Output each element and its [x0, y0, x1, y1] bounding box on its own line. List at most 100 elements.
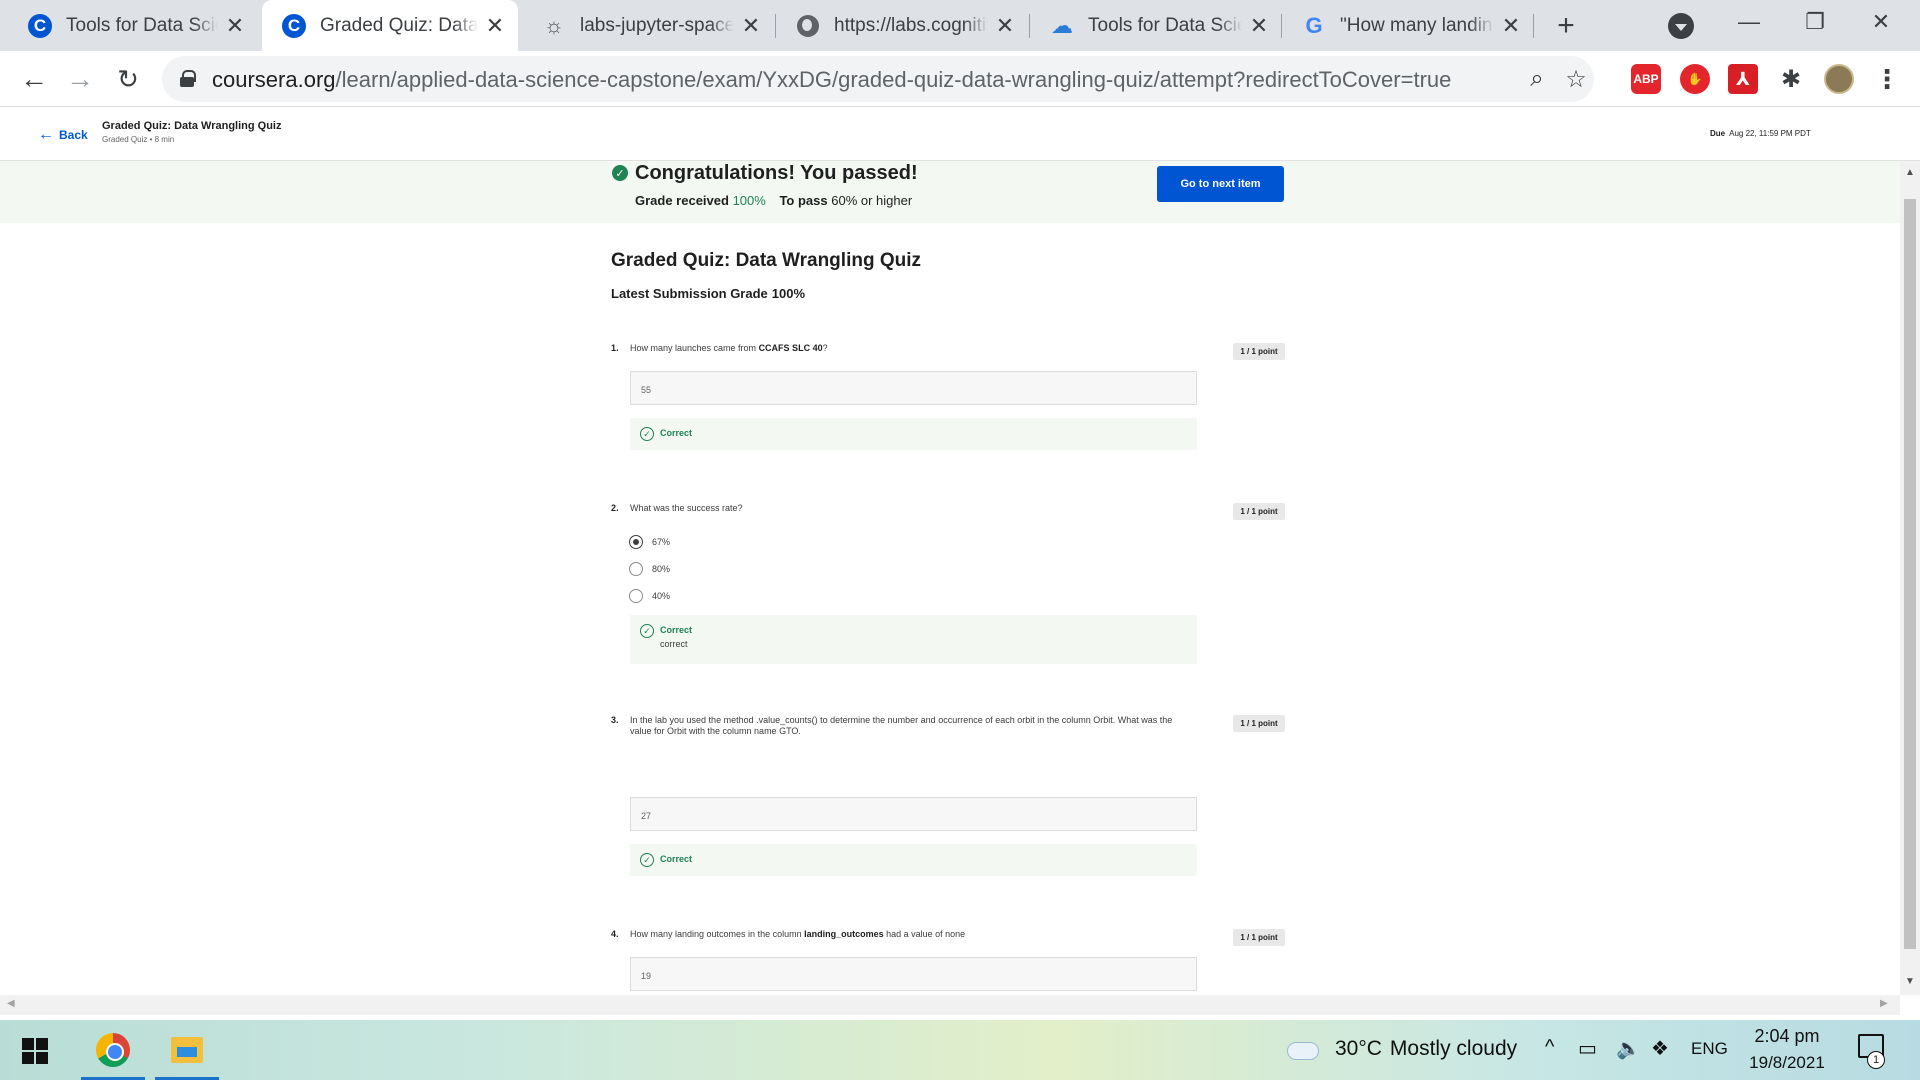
address-bar[interactable]: coursera.org/learn/applied-data-science-…: [162, 56, 1594, 102]
answer-input[interactable]: 27: [630, 797, 1197, 831]
question-text: How many landing outcomes in the column …: [630, 929, 1190, 940]
bookmark-star-icon[interactable]: ☆: [1561, 64, 1591, 94]
latest-value: 100%: [771, 286, 806, 301]
zoom-icon[interactable]: ⌕: [1522, 64, 1552, 94]
tab-title: https://labs.cognitiveclass.ai: [834, 14, 988, 37]
tab-separator: [1533, 14, 1534, 38]
answer-input[interactable]: 55: [630, 371, 1197, 405]
radio-button[interactable]: [629, 562, 643, 576]
due-value: Aug 22, 11:59 PM PDT: [1729, 129, 1811, 138]
points-badge: 1 / 1 point: [1233, 929, 1285, 946]
tab-tools-for-data-science-cloud[interactable]: ☁ Tools for Data Science ✕: [1030, 0, 1282, 51]
question-text-part: How many launches came from: [630, 343, 759, 353]
profile-avatar[interactable]: [1824, 64, 1854, 94]
extensions-puzzle-icon[interactable]: ✱: [1776, 64, 1806, 94]
coursera-icon: C: [28, 13, 52, 38]
tab-labs-jupyter-spacex[interactable]: ☼ labs-jupyter-spacex ✕: [522, 0, 774, 51]
tab-google-search[interactable]: G "How many landing outcomes ✕: [1282, 0, 1534, 51]
adblock-icon[interactable]: ABP: [1631, 64, 1661, 94]
system-clock[interactable]: 2:04 pm 19/8/2021: [1747, 1026, 1827, 1073]
option-label: 67%: [652, 537, 671, 547]
latest-label: Latest Submission Grade: [611, 286, 768, 301]
weather-cloud-icon[interactable]: [1287, 1036, 1321, 1060]
close-icon[interactable]: ✕: [484, 13, 506, 38]
close-icon[interactable]: ✕: [1500, 13, 1522, 38]
question-number: 4.: [611, 929, 619, 939]
show-hidden-icons-chevron-icon[interactable]: ^: [1545, 1036, 1554, 1059]
scroll-right-arrow-icon[interactable]: ▶: [1880, 998, 1888, 1009]
pass-value: 60% or higher: [831, 193, 913, 208]
close-icon[interactable]: ✕: [740, 13, 762, 38]
tab-tools-for-data-science[interactable]: C Tools for Data Science ✕: [8, 0, 258, 51]
reload-icon[interactable]: ↻: [108, 59, 148, 99]
new-tab-button[interactable]: +: [1550, 9, 1582, 42]
pass-label: To pass: [779, 193, 828, 208]
scroll-left-arrow-icon[interactable]: ◀: [7, 998, 15, 1009]
browser-toolbar: ← → ↻ coursera.org/learn/applied-data-sc…: [0, 51, 1920, 107]
tab-graded-quiz[interactable]: C Graded Quiz: Data Wrangling Quiz ✕: [262, 0, 518, 51]
scroll-up-arrow-icon[interactable]: ▲: [1905, 167, 1915, 178]
language-indicator[interactable]: ENG: [1691, 1039, 1728, 1059]
back-arrow-icon[interactable]: ←: [14, 59, 54, 99]
volume-icon[interactable]: 🔈: [1616, 1036, 1641, 1061]
horizontal-scrollbar[interactable]: ◀ ▶: [0, 995, 1900, 1015]
close-icon[interactable]: ✕: [224, 13, 246, 38]
scrollbar-thumb[interactable]: [1904, 199, 1916, 949]
weather-condition: Mostly cloudy: [1389, 1037, 1518, 1060]
question-2: 2. What was the success rate? 1 / 1 poin…: [611, 503, 1285, 664]
weather-widget[interactable]: 30°C Mostly cloudy: [1335, 1037, 1517, 1061]
forward-arrow-icon[interactable]: →: [60, 59, 100, 99]
question-number: 2.: [611, 503, 619, 513]
radio-option[interactable]: 67%: [629, 535, 670, 549]
question-text: In the lab you used the method .value_co…: [630, 715, 1173, 736]
google-icon: G: [1305, 12, 1323, 38]
option-label: 40%: [652, 591, 671, 601]
go-to-next-item-button[interactable]: Go to next item: [1157, 166, 1284, 202]
check-circle-icon: ✓: [640, 624, 654, 638]
file-explorer-taskbar-app[interactable]: [151, 1020, 223, 1080]
pdf-icon[interactable]: ⅄: [1728, 64, 1758, 94]
question-4: 4. How many landing outcomes in the colu…: [611, 929, 1285, 995]
points-badge: 1 / 1 point: [1233, 343, 1285, 360]
dropbox-icon[interactable]: ❖: [1651, 1036, 1669, 1061]
battery-icon[interactable]: ▭: [1578, 1036, 1597, 1061]
lock-icon: [180, 70, 196, 87]
close-icon[interactable]: ✕: [1248, 13, 1270, 38]
feedback-label: Correct: [660, 854, 693, 864]
close-icon[interactable]: ✕: [994, 13, 1016, 38]
url-text[interactable]: coursera.org/learn/applied-data-science-…: [212, 67, 1451, 93]
restore-button[interactable]: ❐: [1786, 0, 1844, 44]
close-window-button[interactable]: ✕: [1852, 0, 1910, 44]
vertical-scrollbar[interactable]: ▲ ▼: [1900, 161, 1920, 995]
scroll-down-arrow-icon[interactable]: ▼: [1905, 976, 1915, 987]
pass-title: Congratulations! You passed!: [635, 162, 918, 184]
coursera-icon: C: [282, 13, 306, 38]
tab-search-button[interactable]: [1668, 13, 1694, 39]
grade-value: 100%: [732, 193, 766, 208]
due-label: Due: [1710, 129, 1726, 138]
minimize-button[interactable]: —: [1720, 0, 1778, 44]
question-1: 1. How many launches came from CCAFS SLC…: [611, 343, 1285, 453]
chrome-taskbar-app[interactable]: [77, 1020, 149, 1080]
check-circle-icon: ✓: [612, 165, 628, 181]
tab-title: Tools for Data Science: [1088, 14, 1242, 37]
answer-input[interactable]: 19: [630, 957, 1197, 991]
back-arrow-icon: ←: [38, 126, 54, 143]
radio-option[interactable]: 80%: [629, 562, 670, 576]
check-circle-icon: ✓: [640, 853, 654, 867]
tab-labs-cognitiveclass[interactable]: https://labs.cognitiveclass.ai ✕: [776, 0, 1028, 51]
menu-kebab-icon[interactable]: ⋮: [1872, 64, 1902, 94]
radio-button-selected[interactable]: [629, 535, 643, 549]
back-link[interactable]: ← Back: [38, 126, 88, 144]
windows-start-icon[interactable]: [22, 1038, 48, 1064]
clock-time: 2:04 pm: [1754, 1026, 1820, 1046]
points-badge: 1 / 1 point: [1233, 715, 1285, 732]
header-title: Graded Quiz: Data Wrangling Quiz: [102, 120, 282, 132]
clock-date: 19/8/2021: [1749, 1053, 1825, 1072]
header-subtitle: Graded Quiz • 8 min: [102, 135, 175, 144]
stop-extension-icon[interactable]: ✋: [1680, 64, 1710, 94]
question-text-bold: CCAFS SLC 40: [758, 343, 823, 353]
tab-title: Tools for Data Science: [66, 14, 218, 37]
radio-button[interactable]: [629, 589, 643, 603]
radio-option[interactable]: 40%: [629, 589, 670, 603]
